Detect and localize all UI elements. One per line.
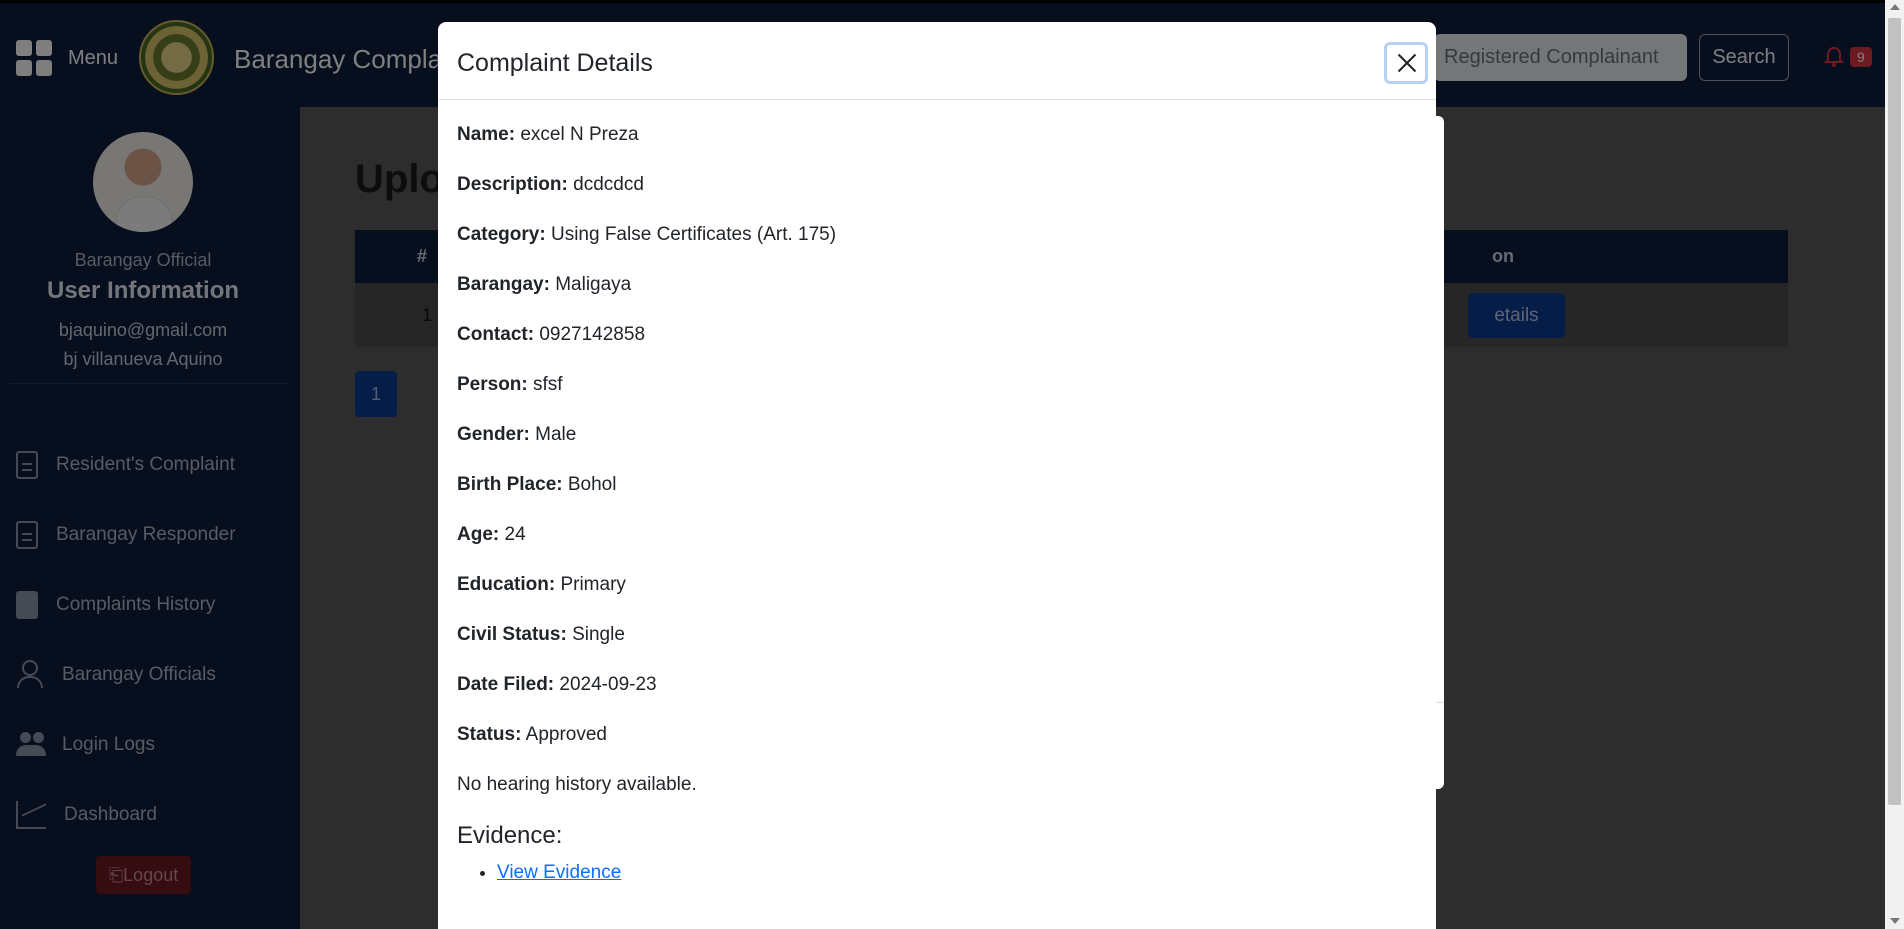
complaint-details-modal: Complaint Details Name: excel N Preza De… — [438, 22, 1436, 929]
detail-value: Single — [572, 624, 625, 645]
detail-value: Maligaya — [555, 274, 632, 295]
detail-value: Using False Certificates (Art. 175) — [550, 224, 837, 245]
detail-label: Age: — [457, 524, 500, 545]
detail-civil-status: Civil Status: Single — [457, 624, 1417, 674]
detail-status: Status: Approved — [457, 724, 1417, 774]
detail-label: Category: — [457, 224, 546, 245]
evidence-list: View Evidence — [457, 862, 1417, 884]
no-hearing-history-text: No hearing history available. — [457, 774, 697, 795]
detail-label: Barangay: — [457, 274, 550, 295]
modal-body: Name: excel N Preza Description: dcdcdcd… — [457, 124, 1417, 884]
detail-value: dcdcdcd — [573, 174, 644, 195]
scroll-up-arrow-icon[interactable] — [1890, 4, 1900, 10]
modal-title: Complaint Details — [457, 49, 653, 77]
detail-label: Name: — [457, 124, 516, 145]
detail-label: Description: — [457, 174, 568, 195]
detail-label: Birth Place: — [457, 474, 563, 495]
detail-description: Description: dcdcdcd — [457, 174, 1417, 224]
background-modal-edge — [1436, 116, 1444, 789]
detail-value: sfsf — [533, 374, 563, 395]
close-icon[interactable] — [1384, 42, 1428, 84]
detail-value: Male — [535, 424, 577, 445]
detail-label: Status: — [457, 724, 522, 745]
detail-value: 0927142858 — [539, 324, 646, 345]
scrollbar-thumb[interactable] — [1888, 18, 1901, 805]
detail-education: Education: Primary — [457, 574, 1417, 624]
detail-label: Civil Status: — [457, 624, 567, 645]
detail-birth-place: Birth Place: Bohol — [457, 474, 1417, 524]
page-scrollbar[interactable] — [1885, 0, 1904, 929]
view-evidence-link[interactable]: View Evidence — [497, 862, 621, 883]
scroll-down-arrow-icon[interactable] — [1890, 918, 1900, 924]
detail-value: excel N Preza — [520, 124, 639, 145]
detail-label: Date Filed: — [457, 674, 555, 695]
detail-value: Approved — [525, 724, 607, 745]
detail-barangay: Barangay: Maligaya — [457, 274, 1417, 324]
detail-label: Contact: — [457, 324, 535, 345]
detail-label: Gender: — [457, 424, 530, 445]
detail-age: Age: 24 — [457, 524, 1417, 574]
detail-person: Person: sfsf — [457, 374, 1417, 424]
detail-value: Bohol — [567, 474, 617, 495]
detail-category: Category: Using False Certificates (Art.… — [457, 224, 1417, 274]
evidence-heading: Evidence: — [457, 822, 563, 849]
detail-value: 24 — [504, 524, 526, 545]
modal-header: Complaint Details — [438, 22, 1436, 100]
detail-name: Name: excel N Preza — [457, 124, 1417, 174]
detail-value: Primary — [560, 574, 626, 595]
detail-date-filed: Date Filed: 2024-09-23 — [457, 674, 1417, 724]
detail-label: Education: — [457, 574, 556, 595]
detail-gender: Gender: Male — [457, 424, 1417, 474]
detail-value: 2024-09-23 — [559, 674, 657, 695]
list-item: View Evidence — [497, 862, 1417, 884]
detail-label: Person: — [457, 374, 528, 395]
detail-contact: Contact: 0927142858 — [457, 324, 1417, 374]
